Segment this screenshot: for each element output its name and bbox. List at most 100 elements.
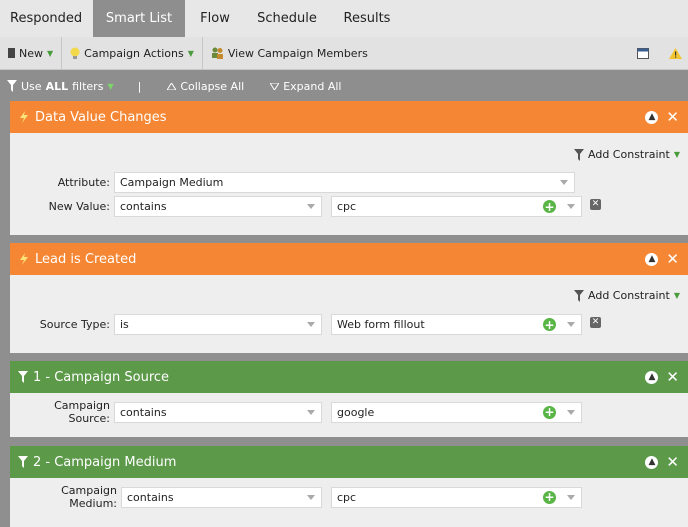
chevron-down-icon: [307, 409, 315, 415]
value-text: cpc: [337, 200, 357, 213]
filterbar-separator: |: [137, 79, 142, 93]
filter-wand-icon: [18, 371, 28, 383]
new-document-icon: [8, 48, 15, 58]
new-value-label: New Value:: [48, 200, 110, 213]
chevron-down-icon: [567, 204, 575, 209]
use-all-filters-dropdown[interactable]: Use ALL filters ▼: [7, 80, 114, 93]
attribute-select[interactable]: Campaign Medium: [114, 172, 575, 193]
filter-header[interactable]: Lead is Created ▲ ✕: [10, 243, 688, 275]
operator-select[interactable]: contains: [114, 196, 322, 217]
lightbulb-icon: [70, 47, 80, 60]
attribute-value: Campaign Medium: [120, 176, 224, 189]
operator-value: contains: [120, 405, 167, 419]
move-up-icon[interactable]: ▲: [645, 455, 659, 469]
value-input[interactable]: google +: [331, 401, 582, 423]
close-icon[interactable]: ✕: [666, 454, 679, 470]
campaign-medium-label: Campaign Medium:: [61, 484, 117, 510]
chevron-down-icon: [567, 494, 575, 500]
view-campaign-members-label: View Campaign Members: [227, 46, 368, 60]
move-up-icon[interactable]: ▲: [645, 252, 659, 266]
new-value-row: New Value: contains cpc + ✕: [10, 196, 601, 217]
remove-value-icon[interactable]: ✕: [590, 199, 601, 210]
filter-card-data-value-changes: Data Value Changes ▲ ✕ Add Constraint ▼ …: [10, 101, 688, 235]
value-text: Web form fillout: [337, 318, 425, 331]
chevron-down-icon: ▼: [107, 81, 114, 91]
filter-title: 2 - Campaign Medium: [33, 454, 177, 470]
operator-select[interactable]: contains: [114, 401, 322, 423]
value-text: google: [337, 405, 375, 419]
campaign-medium-row: Campaign Medium: contains cpc +: [10, 484, 582, 510]
campaign-actions-label: Campaign Actions: [84, 46, 184, 60]
toolbar: New ▼ Campaign Actions ▼ View Campaign M…: [0, 36, 688, 70]
campaign-source-label: Campaign Source:: [54, 399, 110, 425]
warning-icon[interactable]: [669, 47, 682, 59]
new-button[interactable]: New ▼: [0, 37, 61, 70]
source-type-row: Source Type: is Web form fillout + ✕: [10, 314, 601, 335]
add-value-icon[interactable]: +: [543, 490, 556, 504]
add-constraint-label: Add Constraint: [588, 289, 670, 302]
campaign-actions-button[interactable]: Campaign Actions ▼: [62, 37, 202, 70]
add-value-icon[interactable]: +: [543, 405, 556, 419]
campaign-source-row: Campaign Source: contains google +: [10, 399, 582, 425]
operator-select[interactable]: is: [114, 314, 322, 335]
operator-value: contains: [120, 200, 167, 213]
tab-responded[interactable]: Responded: [0, 0, 93, 37]
chevron-down-icon: ▼: [187, 48, 194, 58]
chevron-down-icon: [307, 494, 315, 500]
new-button-label: New: [19, 46, 43, 60]
move-up-icon[interactable]: ▲: [645, 110, 659, 124]
trigger-bolt-icon: [18, 253, 30, 265]
remove-value-icon[interactable]: ✕: [590, 317, 601, 328]
move-up-icon[interactable]: ▲: [645, 370, 659, 384]
view-campaign-members-button[interactable]: View Campaign Members: [203, 37, 376, 70]
operator-value: contains: [127, 490, 174, 504]
tab-smart-list[interactable]: Smart List: [93, 0, 185, 37]
chevron-down-icon: [307, 322, 315, 327]
operator-select[interactable]: contains: [121, 486, 322, 508]
window-icon[interactable]: [637, 47, 649, 59]
filter-title: Data Value Changes: [35, 109, 167, 125]
all-label: ALL: [45, 79, 69, 93]
filter-wand-icon: [7, 80, 17, 92]
chevron-down-icon: ▼: [673, 150, 680, 159]
filter-title: Lead is Created: [35, 251, 137, 267]
close-icon[interactable]: ✕: [666, 109, 679, 125]
value-input[interactable]: Web form fillout +: [331, 314, 582, 335]
collapse-up-icon: [167, 82, 177, 90]
chevron-down-icon: [567, 409, 575, 415]
filter-wand-icon: [574, 148, 585, 161]
value-input[interactable]: cpc +: [331, 486, 582, 508]
trigger-bolt-icon: [18, 111, 30, 123]
operator-value: is: [120, 318, 129, 331]
add-constraint-label: Add Constraint: [588, 148, 670, 161]
add-value-icon[interactable]: +: [543, 318, 556, 331]
use-label: Use: [21, 79, 42, 93]
filter-header[interactable]: Data Value Changes ▲ ✕: [10, 101, 688, 133]
attribute-label: Attribute:: [57, 176, 110, 189]
filter-wand-icon: [18, 456, 28, 468]
expand-all-button[interactable]: Expand All: [270, 80, 341, 93]
tab-schedule[interactable]: Schedule: [245, 0, 329, 37]
add-value-icon[interactable]: +: [543, 200, 556, 213]
attribute-row: Attribute: Campaign Medium: [10, 172, 575, 193]
add-constraint-button[interactable]: Add Constraint ▼: [574, 289, 680, 302]
close-icon[interactable]: ✕: [666, 369, 679, 385]
chevron-down-icon: ▼: [47, 48, 54, 58]
filters-label: filters: [72, 79, 104, 93]
chevron-down-icon: [567, 322, 575, 327]
tab-flow[interactable]: Flow: [185, 0, 245, 37]
close-icon[interactable]: ✕: [666, 251, 679, 267]
filter-bar: Use ALL filters ▼ | Collapse All Expand …: [0, 71, 688, 101]
filter-header[interactable]: 1 - Campaign Source ▲ ✕: [10, 361, 688, 393]
add-constraint-button[interactable]: Add Constraint ▼: [574, 148, 680, 161]
collapse-all-button[interactable]: Collapse All: [167, 80, 244, 93]
filter-header[interactable]: 2 - Campaign Medium ▲ ✕: [10, 446, 688, 478]
value-input[interactable]: cpc +: [331, 196, 582, 217]
chevron-down-icon: [560, 180, 568, 185]
source-type-label: Source Type:: [39, 318, 110, 331]
expand-down-icon: [270, 82, 280, 90]
tab-results[interactable]: Results: [329, 0, 405, 37]
chevron-down-icon: [307, 204, 315, 209]
filter-title: 1 - Campaign Source: [33, 369, 170, 385]
filter-card-campaign-source: 1 - Campaign Source ▲ ✕ Campaign Source:…: [10, 361, 688, 437]
